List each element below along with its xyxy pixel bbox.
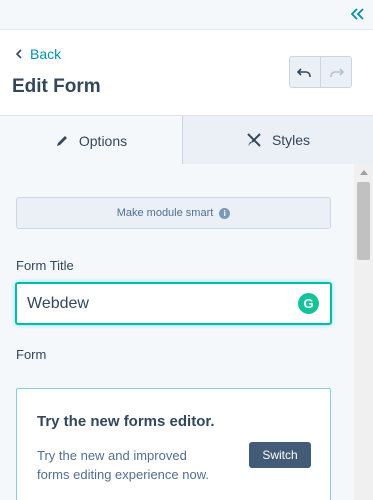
- tab-options-label: Options: [78, 132, 128, 149]
- pencil-icon: [56, 135, 67, 146]
- options-panel: Make module smart i Form Title G Form Tr…: [0, 164, 354, 500]
- form-label: Form: [16, 347, 47, 362]
- scroll-thumb[interactable]: [357, 182, 370, 260]
- make-smart-label: Make module smart: [116, 207, 214, 219]
- redo-button[interactable]: [320, 57, 351, 87]
- page-title: Edit Form: [12, 76, 101, 97]
- tab-styles-label: Styles: [271, 132, 311, 148]
- back-link[interactable]: Back: [14, 46, 61, 62]
- brush-icon: [247, 133, 261, 147]
- grammarly-icon[interactable]: G: [298, 293, 319, 314]
- undo-redo-group: [289, 56, 352, 88]
- panel-scrollbar[interactable]: [354, 164, 373, 500]
- editor-header: Back Edit Form: [0, 30, 373, 116]
- card-title: Try the new forms editor.: [37, 413, 215, 430]
- tab-options[interactable]: Options: [0, 116, 183, 165]
- make-smart-button[interactable]: Make module smart i: [16, 197, 331, 229]
- back-label: Back: [30, 46, 62, 62]
- tab-styles[interactable]: Styles: [183, 116, 373, 164]
- card-body: Try the new and improved forms editing e…: [37, 448, 209, 482]
- editor-tabs: Options Styles: [0, 116, 373, 165]
- scroll-up-arrow-icon[interactable]: [360, 170, 368, 175]
- switch-button[interactable]: Switch: [249, 442, 311, 468]
- info-icon: i: [219, 207, 231, 219]
- redo-icon: [330, 68, 345, 77]
- undo-button[interactable]: [290, 57, 321, 87]
- double-chevron-left-icon[interactable]: [349, 6, 365, 22]
- top-bar: [0, 0, 373, 30]
- new-editor-card: Try the new forms editor. Try the new an…: [16, 388, 331, 500]
- form-title-input[interactable]: [15, 282, 332, 325]
- chevron-left-icon: [15, 49, 22, 59]
- form-title-label: Form Title: [16, 258, 74, 273]
- undo-icon: [297, 68, 312, 77]
